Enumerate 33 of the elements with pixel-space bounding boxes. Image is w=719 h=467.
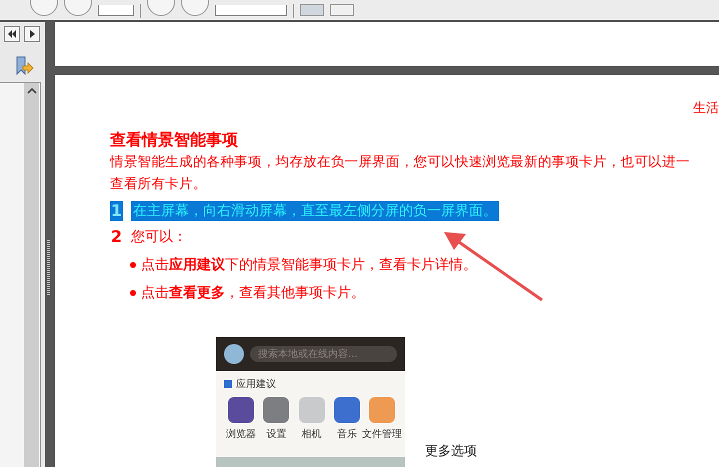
app-label: 音乐 [336,428,357,441]
paragraph-line: 情景智能生成的各种事项，均存放在负一屏界面，您可以快速浏览最新的事项卡片，也可以进一 [110,153,691,172]
running-header: 生活 [692,100,719,117]
splitter-grip[interactable] [47,240,50,296]
avatar-circle [224,344,244,364]
app-label: 文件管理 [362,428,402,441]
search-field[interactable]: 搜索本地或在线内容... [250,346,397,362]
step-number: 2 [110,227,123,247]
bullet-dot [130,290,136,296]
app-label: 相机 [302,428,322,441]
right-arrow-icon [27,29,37,39]
bullet-dot [130,262,136,268]
step-text: 您可以： [131,228,187,247]
page-number-field[interactable] [98,5,134,16]
double-left-arrow-icon [7,29,17,39]
first-page-button[interactable] [4,26,20,42]
paragraph-line: 查看所有卡片。 [110,175,208,194]
bullet-text: 点击查看更多，查看其他事项卡片。 [141,284,365,303]
zoom-field[interactable] [215,5,287,16]
two-page-button[interactable] [330,4,354,16]
scrollbar[interactable] [24,83,39,467]
section-heading: 查看情景智能事项 [110,129,239,151]
step-text: 在主屏幕，向右滑动屏幕，直至最左侧分屏的负一屏界面。 [131,201,499,221]
app-grid-icon [224,380,232,388]
single-page-button[interactable] [300,4,324,16]
next-page-button[interactable] [24,26,40,42]
caption: 更多选项 [425,444,477,459]
bullet-text: 点击应用建议下的情景智能事项卡片，查看卡片详情。 [141,256,477,275]
app-label: 浏览器 [226,428,256,441]
app-label: 设置 [266,428,286,441]
section-title: 应用建议 [236,378,276,391]
step-number: 1 [110,201,123,221]
bookmark-icon[interactable] [14,56,34,76]
